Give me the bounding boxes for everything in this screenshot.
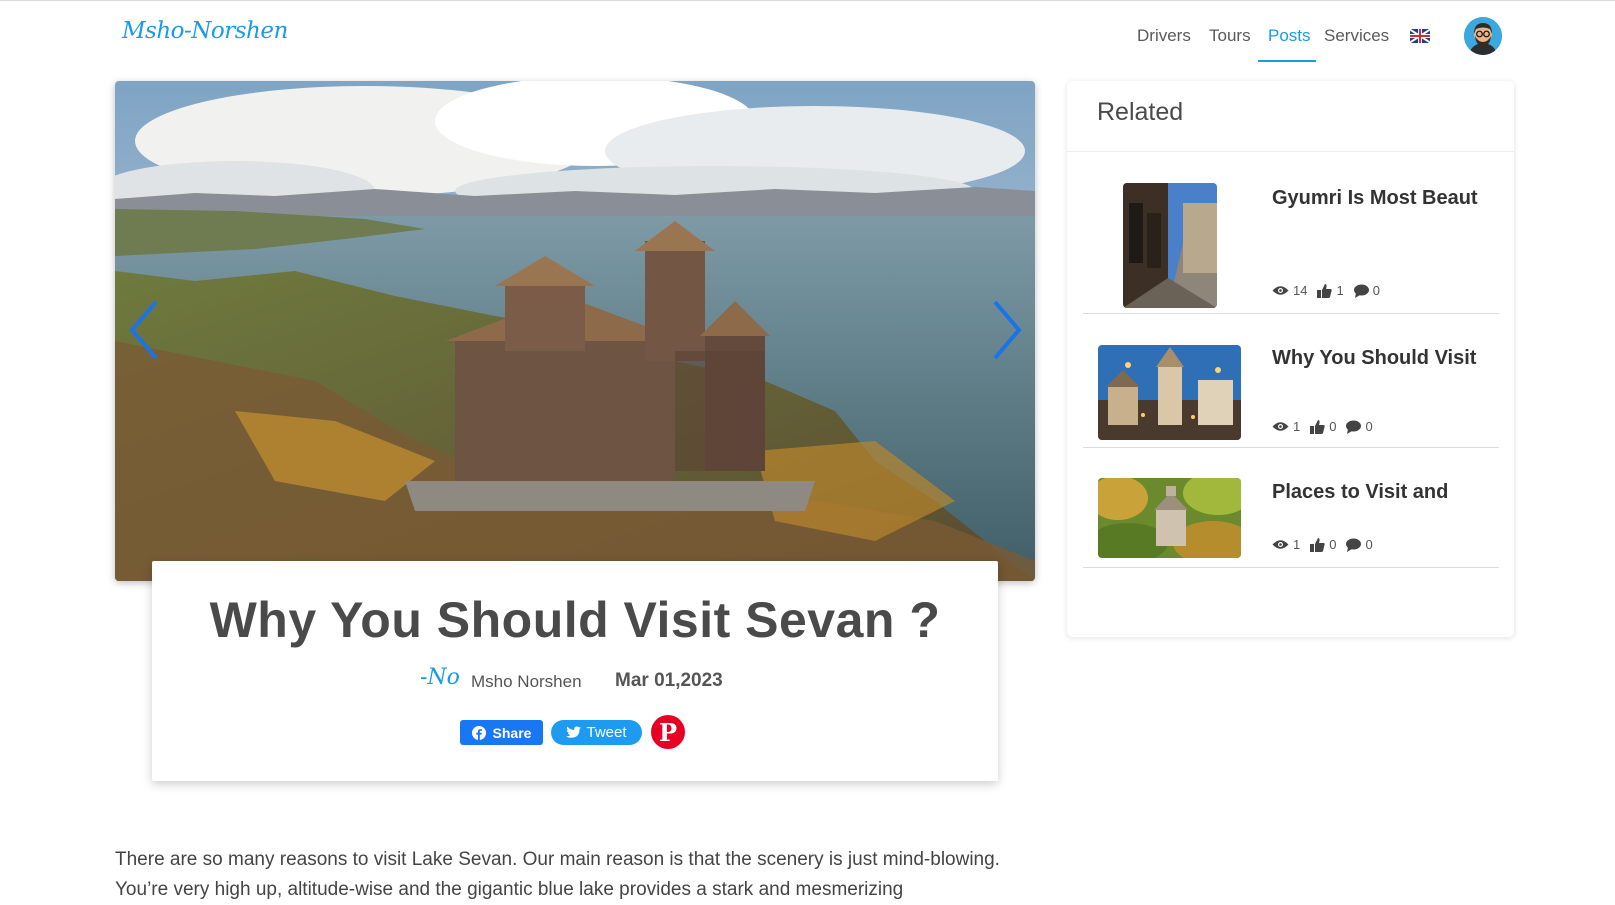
thumbs-up-icon [1310, 419, 1325, 434]
post-body: There are so many reasons to visit Lake … [115, 849, 1000, 900]
user-avatar[interactable] [1464, 17, 1502, 55]
carousel-prev-arrow[interactable] [126, 300, 166, 360]
related-title: Why You Should Visit [1272, 347, 1477, 369]
author-logo: -Norshen [420, 665, 460, 690]
related-stats: 14 1 0 [1272, 283, 1390, 298]
eye-icon [1272, 286, 1289, 295]
related-title: Gyumri Is Most Beaut [1272, 187, 1478, 209]
eye-icon [1272, 540, 1289, 549]
twitter-bird-icon [566, 726, 582, 738]
facebook-share-button[interactable]: Share [460, 720, 543, 745]
likes-count: 1 [1336, 283, 1344, 298]
facebook-icon [471, 725, 486, 740]
related-heading: Related [1097, 98, 1184, 126]
thumbs-up-icon [1310, 537, 1325, 552]
related-thumbnail [1098, 478, 1241, 558]
likes-count: 0 [1329, 419, 1337, 434]
related-item[interactable]: Why You Should Visit 1 0 0 [1083, 314, 1499, 448]
post-header-card: Why You Should Visit Sevan ? -Norshen Ms… [152, 561, 998, 781]
views-count: 1 [1293, 537, 1301, 552]
nav-posts[interactable]: Posts [1268, 26, 1311, 46]
share-label: Share [492, 724, 532, 741]
post-author[interactable]: Msho Norshen [471, 672, 582, 692]
post-title: Why You Should Visit Sevan ? [209, 592, 941, 648]
post-date: Mar 01,2023 [615, 670, 723, 691]
nav-drivers[interactable]: Drivers [1137, 26, 1191, 46]
related-stats: 1 0 0 [1272, 419, 1383, 434]
views-count: 14 [1293, 283, 1308, 298]
comment-icon [1353, 284, 1369, 298]
comments-count: 0 [1365, 537, 1373, 552]
related-thumbnail [1123, 183, 1217, 308]
active-nav-indicator [1258, 60, 1316, 62]
site-logo[interactable]: Msho-Norshen [122, 18, 288, 44]
comment-icon [1346, 538, 1362, 552]
related-item[interactable]: Places to Visit and 1 0 0 [1083, 448, 1499, 568]
comments-count: 0 [1372, 283, 1380, 298]
tweet-label: Tweet [586, 724, 627, 741]
comments-count: 0 [1365, 419, 1373, 434]
pinterest-icon[interactable]: P [651, 715, 685, 749]
related-thumbnail [1098, 345, 1241, 440]
hero-image [115, 81, 1035, 581]
related-stats: 1 0 0 [1272, 537, 1383, 552]
related-panel: Related Gyumri Is Most Beaut 14 1 0 Why … [1067, 81, 1514, 637]
nav-services[interactable]: Services [1324, 26, 1389, 46]
eye-icon [1272, 422, 1289, 431]
views-count: 1 [1293, 419, 1301, 434]
carousel-next-arrow[interactable] [985, 300, 1025, 360]
related-title: Places to Visit and [1272, 481, 1449, 503]
top-border [0, 0, 1615, 1]
uk-flag-icon[interactable] [1410, 29, 1430, 43]
related-item[interactable]: Gyumri Is Most Beaut 14 1 0 [1083, 152, 1499, 314]
tweet-button[interactable]: Tweet [551, 720, 642, 745]
likes-count: 0 [1329, 537, 1337, 552]
comment-icon [1346, 420, 1362, 434]
thumbs-up-icon [1317, 283, 1333, 298]
nav-tours[interactable]: Tours [1209, 26, 1251, 46]
